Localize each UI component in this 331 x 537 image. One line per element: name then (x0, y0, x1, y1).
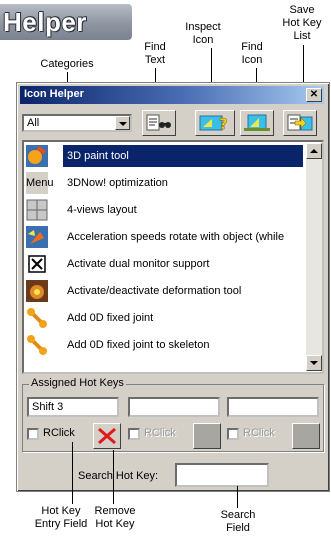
hotkey-field-2[interactable] (128, 397, 220, 417)
list-item[interactable]: 4-views layout (25, 197, 305, 224)
group-title: Assigned Hot Keys (29, 377, 126, 389)
list-item-label: Activate dual monitor support (67, 258, 210, 270)
list-item[interactable]: Add 0D fixed joint to skeleton (25, 332, 305, 359)
save-list-button[interactable] (283, 110, 317, 136)
find-icon (244, 114, 270, 131)
hotkey-field-3[interactable] (227, 397, 319, 417)
close-icon: ✕ (309, 89, 319, 100)
icon-helper-window: Icon Helper ✕ All ? 3D paint tool Menu 3… (16, 82, 330, 492)
scroll-up-icon[interactable] (306, 143, 322, 159)
chevron-down-icon[interactable] (115, 116, 130, 130)
paint-3d-icon (26, 145, 48, 167)
rclick-checkbox-1[interactable] (27, 428, 39, 440)
inspect-icon-button[interactable]: ? (195, 110, 235, 136)
list-item-label: Add 0D fixed joint to skeleton (67, 339, 210, 351)
inspect-icon: ? (199, 115, 228, 132)
callout-find-text: Find Text (144, 41, 166, 66)
find-text-icon (146, 114, 171, 131)
list-scrollbar[interactable] (306, 143, 322, 371)
remove-hotkey-button[interactable] (93, 423, 121, 449)
fixed-joint-icon (27, 308, 47, 328)
list-item[interactable]: Activate dual monitor support (25, 251, 305, 278)
fixed-joint-skeleton-icon (27, 335, 47, 355)
svg-text:?: ? (219, 115, 228, 132)
leader-remove-hotkey (113, 450, 114, 504)
rclick-label-2: RClick (144, 427, 176, 439)
four-views-icon (26, 199, 48, 221)
leader-entry-field (72, 442, 73, 504)
find-icon-button[interactable] (240, 110, 274, 136)
list-item-label: Add 0D fixed joint (67, 312, 154, 324)
rclick-checkbox-3[interactable] (227, 428, 239, 440)
rotate-speed-icon (26, 226, 48, 248)
callout-remove-hotkey: Remove Hot Key (94, 505, 136, 530)
list-item-label: Activate/deactivate deformation tool (67, 285, 242, 297)
list-item-label: 3D paint tool (67, 150, 129, 162)
hotkey-field-value: Shift 3 (32, 401, 64, 413)
category-select[interactable]: All (22, 114, 132, 132)
list-item[interactable]: Activate/deactivate deformation tool (25, 278, 305, 305)
callout-categories: Categories (40, 58, 94, 70)
search-hotkey-input[interactable] (175, 463, 269, 487)
callout-search-field: Search Field (220, 509, 256, 534)
title-bar[interactable]: Icon Helper ✕ (20, 86, 324, 104)
find-text-button[interactable] (142, 110, 176, 136)
deformation-icon (26, 280, 48, 302)
remove-hotkey-button-2 (193, 423, 221, 449)
window-title: Icon Helper (24, 88, 84, 100)
callout-find-icon: Find Icon (241, 41, 263, 66)
scroll-down-icon[interactable] (306, 355, 322, 371)
callout-save-list: Save Hot Key List (282, 4, 322, 42)
list-item-label: 4-views layout (67, 204, 137, 216)
search-hotkey-label: Search Hot Key: (78, 470, 159, 482)
save-list-icon (287, 114, 313, 131)
rclick-checkbox-2[interactable] (128, 428, 140, 440)
command-list[interactable]: 3D paint tool Menu 3DNow! optimization 4… (22, 140, 324, 374)
dual-monitor-icon (28, 255, 46, 273)
rclick-label-3: RClick (243, 427, 275, 439)
list-item[interactable]: Acceleration speeds rotate with object (… (25, 224, 305, 251)
list-item-label: Acceleration speeds rotate with object (… (67, 231, 285, 243)
callout-inspect-icon: Inspect Icon (185, 21, 221, 46)
assigned-hotkeys-group: Assigned Hot Keys Shift 3 RClick RClick … (22, 377, 324, 452)
helper-banner: Helper (0, 4, 132, 40)
list-item-label: 3DNow! optimization (67, 177, 168, 189)
list-item[interactable]: Add 0D fixed joint (25, 305, 305, 332)
menu-text-icon: Menu (26, 172, 54, 194)
banner-title: Helper (3, 7, 87, 37)
list-item[interactable]: Menu 3DNow! optimization (25, 170, 305, 197)
remove-hotkey-button-3 (292, 423, 320, 449)
close-button[interactable]: ✕ (306, 88, 322, 102)
list-item[interactable]: 3D paint tool (25, 143, 305, 170)
remove-icon (98, 427, 116, 445)
category-value: All (27, 117, 40, 129)
leader-search-field (237, 486, 238, 508)
hotkey-field-1[interactable]: Shift 3 (27, 397, 119, 417)
rclick-label-1: RClick (43, 427, 75, 439)
